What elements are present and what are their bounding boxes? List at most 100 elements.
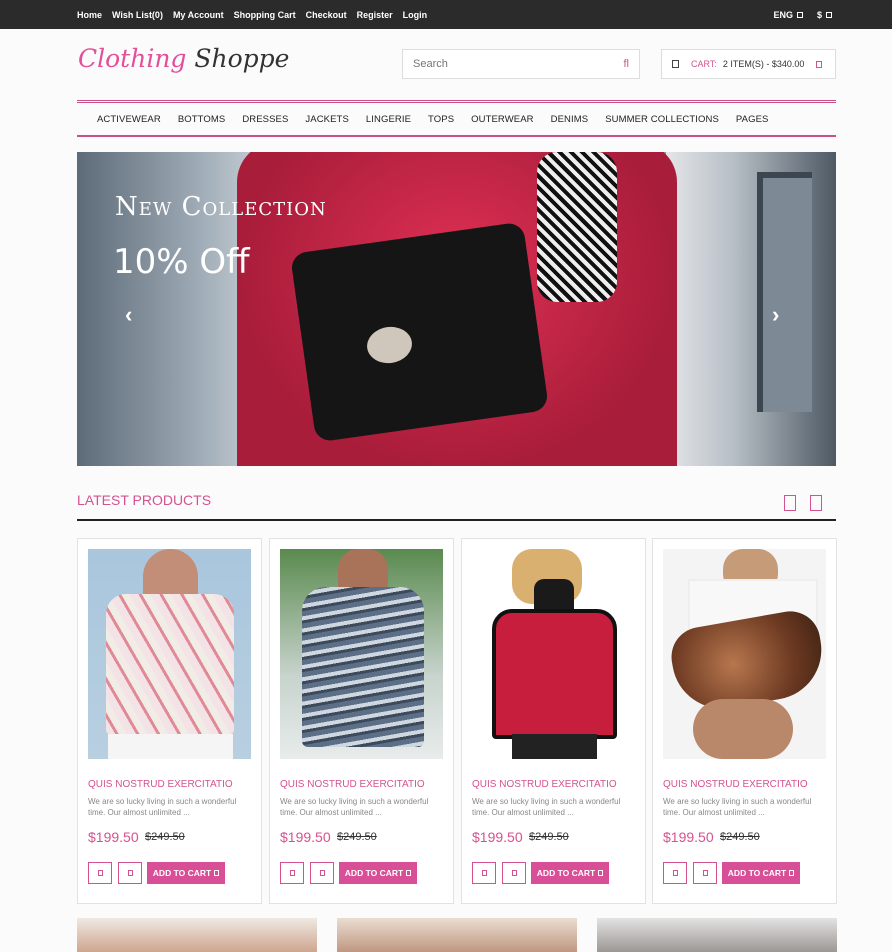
- chevron-down-icon: [826, 11, 832, 18]
- add-to-cart-label: ADD TO CART: [536, 868, 596, 878]
- chevron-left-icon[interactable]: ‹: [125, 302, 132, 328]
- compare-icon: [511, 870, 517, 876]
- cart-icon: [598, 870, 604, 876]
- product-price: $199.50: [88, 829, 139, 845]
- product-card: QUIS NOSTRUD EXERCITATIO We are so lucky…: [77, 538, 262, 904]
- next-products-button[interactable]: [810, 495, 822, 511]
- top-link-register[interactable]: Register: [357, 10, 393, 20]
- main-nav: ACTIVEWEAR BOTTOMS DRESSES JACKETS LINGE…: [77, 100, 836, 137]
- banner-window: [757, 172, 812, 412]
- product-name[interactable]: QUIS NOSTRUD EXERCITATIO: [280, 779, 425, 790]
- heart-icon: [672, 870, 678, 876]
- product-name[interactable]: QUIS NOSTRUD EXERCITATIO: [88, 779, 233, 790]
- nav-item-pages[interactable]: PAGES: [736, 114, 769, 125]
- product-name[interactable]: QUIS NOSTRUD EXERCITATIO: [472, 779, 617, 790]
- nav-item-lingerie[interactable]: LINGERIE: [366, 114, 411, 125]
- currency-label: $: [816, 9, 822, 20]
- logo-part1: Clothing: [78, 44, 187, 73]
- compare-button[interactable]: [693, 862, 717, 884]
- product-image[interactable]: [88, 549, 251, 759]
- heart-icon: [97, 870, 103, 876]
- banner-offer: 10% Off: [113, 242, 250, 282]
- add-to-cart-label: ADD TO CART: [344, 868, 404, 878]
- add-to-cart-button[interactable]: ADD TO CART: [339, 862, 417, 884]
- featured-image[interactable]: [77, 918, 317, 952]
- cart-icon: [672, 60, 679, 68]
- top-link-account[interactable]: My Account: [173, 10, 224, 20]
- site-logo[interactable]: Clothing Shoppe: [78, 44, 289, 73]
- add-to-cart-label: ADD TO CART: [152, 868, 212, 878]
- featured-image[interactable]: [597, 918, 837, 952]
- cart-summary: 2 ITEM(S) - $340.00: [722, 59, 805, 69]
- nav-item-jackets[interactable]: JACKETS: [305, 114, 348, 125]
- cart-icon: [406, 870, 412, 876]
- compare-button[interactable]: [502, 862, 526, 884]
- cart-dropdown-icon: [816, 60, 823, 68]
- product-old-price: $249.50: [337, 831, 377, 843]
- product-price: $199.50: [472, 829, 523, 845]
- language-selector[interactable]: ENG: [773, 10, 803, 20]
- currency-selector[interactable]: $: [817, 10, 832, 20]
- banner-scarf: [537, 152, 617, 302]
- cart-icon: [214, 870, 220, 876]
- product-card: QUIS NOSTRUD EXERCITATIO We are so lucky…: [269, 538, 454, 904]
- cart-widget[interactable]: CART: 2 ITEM(S) - $340.00: [661, 49, 836, 79]
- product-image[interactable]: [663, 549, 826, 759]
- top-link-cart[interactable]: Shopping Cart: [234, 10, 296, 20]
- add-to-cart-button[interactable]: ADD TO CART: [147, 862, 225, 884]
- chevron-down-icon: [796, 11, 803, 18]
- product-old-price: $249.50: [529, 831, 569, 843]
- wishlist-button[interactable]: [472, 862, 496, 884]
- top-link-checkout[interactable]: Checkout: [306, 10, 347, 20]
- compare-icon: [127, 870, 133, 876]
- add-to-cart-button[interactable]: ADD TO CART: [531, 862, 609, 884]
- nav-item-summer-collections[interactable]: SUMMER COLLECTIONS: [605, 114, 719, 125]
- search-input[interactable]: [403, 50, 603, 78]
- banner-title: New Collection: [115, 192, 327, 222]
- top-link-login[interactable]: Login: [403, 10, 428, 20]
- product-card: QUIS NOSTRUD EXERCITATIO We are so lucky…: [652, 538, 837, 904]
- product-old-price: $249.50: [145, 831, 185, 843]
- search-box: ﬂ: [402, 49, 640, 79]
- product-price: $199.50: [280, 829, 331, 845]
- nav-item-tops[interactable]: TOPS: [428, 114, 454, 125]
- top-bar: Home Wish List(0) My Account Shopping Ca…: [0, 0, 892, 29]
- nav-item-activewear[interactable]: ACTIVEWEAR: [97, 114, 161, 125]
- compare-icon: [319, 870, 325, 876]
- add-to-cart-label: ADD TO CART: [727, 868, 787, 878]
- featured-image[interactable]: [337, 918, 577, 952]
- top-link-wishlist[interactable]: Wish List(0): [112, 10, 163, 20]
- language-label: ENG: [773, 9, 793, 20]
- heart-icon: [289, 870, 295, 876]
- compare-button[interactable]: [118, 862, 142, 884]
- wishlist-button[interactable]: [280, 862, 304, 884]
- compare-icon: [702, 870, 708, 876]
- product-name[interactable]: QUIS NOSTRUD EXERCITATIO: [663, 779, 808, 790]
- chevron-right-icon[interactable]: ›: [772, 302, 779, 328]
- wishlist-button[interactable]: [88, 862, 112, 884]
- hero-banner[interactable]: New Collection 10% Off ‹ ›: [77, 152, 836, 466]
- product-description: We are so lucky living in such a wonderf…: [88, 797, 237, 817]
- nav-item-denims[interactable]: DENIMS: [551, 114, 589, 125]
- section-title-latest-products: LATEST PRODUCTS: [77, 492, 212, 508]
- nav-item-bottoms[interactable]: BOTTOMS: [178, 114, 226, 125]
- product-card: QUIS NOSTRUD EXERCITATIO We are so lucky…: [461, 538, 646, 904]
- compare-button[interactable]: [310, 862, 334, 884]
- top-link-home[interactable]: Home: [77, 10, 102, 20]
- logo-part2: Shoppe: [194, 44, 290, 73]
- wishlist-button[interactable]: [663, 862, 687, 884]
- section-divider: [77, 519, 836, 521]
- product-old-price: $249.50: [720, 831, 760, 843]
- search-icon[interactable]: ﬂ: [624, 58, 630, 70]
- product-image[interactable]: [280, 549, 443, 759]
- cart-label: CART:: [691, 59, 717, 69]
- product-image[interactable]: [472, 549, 635, 759]
- add-to-cart-button[interactable]: ADD TO CART: [722, 862, 800, 884]
- product-price: $199.50: [663, 829, 714, 845]
- top-right-controls: ENG $: [773, 0, 832, 29]
- top-links: Home Wish List(0) My Account Shopping Ca…: [77, 0, 437, 29]
- nav-item-outerwear[interactable]: OUTERWEAR: [471, 114, 533, 125]
- nav-item-dresses[interactable]: DRESSES: [242, 114, 288, 125]
- product-description: We are so lucky living in such a wonderf…: [280, 797, 429, 817]
- prev-products-button[interactable]: [784, 495, 796, 511]
